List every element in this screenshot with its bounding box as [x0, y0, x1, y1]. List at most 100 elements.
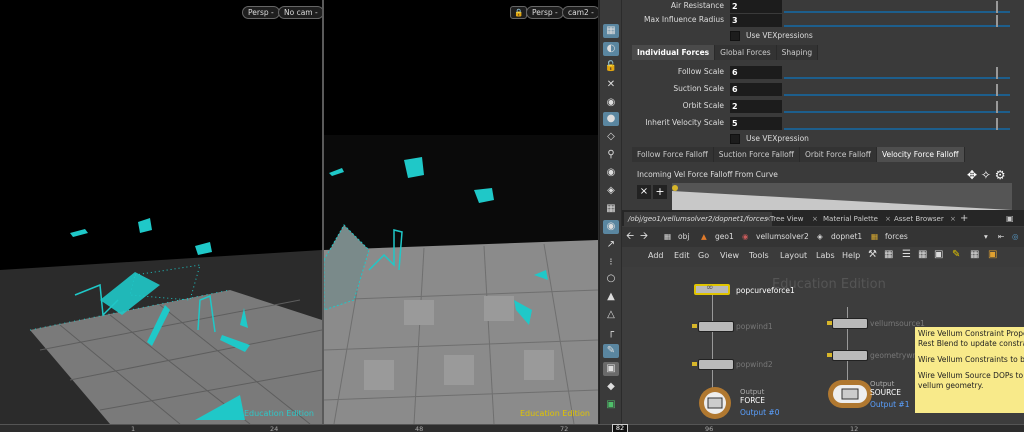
persp-menu[interactable]: Persp - — [242, 6, 280, 19]
tab-velocity-falloff[interactable]: Velocity Force Falloff — [876, 147, 965, 162]
tab-material-palette[interactable]: Material Palette — [819, 212, 882, 226]
ramp-tools-icon[interactable]: ✥ ✧ ⚙ — [967, 168, 1006, 182]
paint-icon[interactable]: △ — [603, 308, 619, 322]
snap-icon[interactable]: ◐ — [603, 42, 619, 56]
viewport-left[interactable]: Persp - No cam - Education Edition — [0, 0, 322, 424]
node-vellumsource1[interactable] — [832, 318, 868, 329]
corner-icon[interactable]: ┌ — [603, 326, 619, 340]
crumb-dopnet1[interactable]: dopnet1 — [831, 230, 862, 244]
menu-view[interactable]: View — [720, 251, 739, 260]
pin-icon[interactable]: ⚲ — [603, 148, 619, 162]
tab-orbit-falloff[interactable]: Orbit Force Falloff — [799, 147, 877, 162]
crumb-vellumsolver2[interactable]: vellumsolver2 — [756, 230, 809, 244]
node-geometrywrangle1[interactable] — [832, 350, 868, 361]
max-influence-radius-field[interactable]: 3 — [730, 14, 782, 27]
tab-shaping[interactable]: Shaping — [776, 45, 819, 60]
orbit-scale-slider[interactable] — [784, 101, 1010, 113]
tab-suction-falloff[interactable]: Suction Force Falloff — [713, 147, 800, 162]
follow-scale-field[interactable]: 6 — [730, 66, 782, 79]
persp-menu-right[interactable]: Persp - — [526, 6, 564, 19]
air-resistance-field[interactable]: 2 — [730, 0, 782, 13]
menu-tools[interactable]: Tools — [749, 251, 769, 260]
air-resistance-slider[interactable] — [784, 1, 1010, 13]
scale-icon[interactable]: ✕ — [603, 78, 619, 92]
camera-icon[interactable]: ◉ — [603, 96, 619, 110]
add-tab-icon[interactable]: + — [956, 212, 972, 226]
node-popwind1[interactable] — [698, 321, 734, 332]
timeline[interactable]: 1 24 48 72 82 96 12 — [0, 424, 1024, 432]
dots-icon[interactable]: ⁝ — [603, 256, 619, 270]
menu-help[interactable]: Help — [842, 251, 860, 260]
tab-follow-falloff[interactable]: Follow Force Falloff — [632, 147, 714, 162]
use-vex-checkbox-2[interactable] — [730, 134, 740, 144]
menu-edit[interactable]: Edit — [674, 251, 690, 260]
inherit-velocity-scale-field[interactable]: 5 — [730, 117, 782, 130]
current-frame-marker[interactable]: 82 — [612, 424, 628, 432]
delete-key-icon[interactable]: × — [637, 185, 651, 199]
thumbnail-icon[interactable]: ▣ — [934, 249, 943, 260]
camera-menu-right[interactable]: cam2 - — [562, 6, 598, 19]
falloff-ramp[interactable] — [672, 183, 1012, 210]
grid-icon[interactable]: ▦ — [603, 202, 619, 216]
bulb-icon[interactable]: ◇ — [603, 130, 619, 144]
tab-global-forces[interactable]: Global Forces — [715, 45, 777, 60]
network-view-icon[interactable]: ▦ — [884, 249, 893, 260]
output-force-node[interactable] — [697, 385, 733, 421]
menu-add[interactable]: Add — [648, 251, 664, 260]
node-label-popwind1: popwind1 — [736, 322, 773, 331]
crumb-geo1[interactable]: geo1 — [715, 230, 734, 244]
input-plug[interactable] — [692, 324, 697, 328]
eye-icon[interactable]: ◉ — [603, 166, 619, 180]
camera-menu[interactable]: No cam - — [278, 6, 322, 19]
pin-network-icon[interactable]: ⇤ — [998, 230, 1004, 244]
tab-tree-view[interactable]: Tree View — [766, 212, 807, 226]
light-icon[interactable]: ● — [603, 112, 619, 126]
grid-view-icon[interactable]: ▦ — [918, 249, 927, 260]
tab-network-path[interactable]: /obj/geo1/vellumsolver2/dopnet1/forces — [624, 212, 772, 226]
bucket-icon[interactable]: ▲ — [603, 290, 619, 304]
sticky-note-icon[interactable]: ✎ — [952, 249, 960, 260]
counter-icon[interactable]: ○ — [603, 272, 619, 286]
input-plug[interactable] — [692, 362, 697, 366]
menu-go[interactable]: Go — [698, 251, 709, 260]
menu-layout[interactable]: Layout — [780, 251, 807, 260]
suction-scale-field[interactable]: 6 — [730, 83, 782, 96]
orbit-scale-field[interactable]: 2 — [730, 100, 782, 113]
lock-icon[interactable]: 🔓 — [603, 60, 619, 74]
crumb-forces[interactable]: forces — [885, 230, 908, 244]
link-icon[interactable]: ◎ — [1012, 230, 1019, 244]
pen-icon[interactable]: ↗ — [603, 238, 619, 252]
node-popwind2[interactable] — [698, 359, 734, 370]
folder-icon[interactable]: ▣ — [988, 249, 997, 260]
box-icon[interactable]: ▦ — [970, 249, 979, 260]
use-vex-checkbox[interactable] — [730, 31, 740, 41]
follow-scale-slider[interactable] — [784, 67, 1010, 79]
viewport-right[interactable]: 🔒 Persp - cam2 - Education Edition — [324, 0, 598, 424]
display-icon[interactable]: ▣ — [603, 398, 619, 412]
add-key-icon[interactable]: + — [653, 185, 667, 199]
timeline-tick: 48 — [415, 425, 424, 432]
back-icon[interactable]: 🡨 — [626, 230, 634, 244]
menu-labs[interactable]: Labs — [816, 251, 835, 260]
chevron-down-icon[interactable]: ▾ — [984, 230, 988, 244]
lock-camera-icon[interactable]: 🔒 — [510, 6, 528, 19]
tab-asset-browser[interactable]: Asset Browser — [890, 212, 948, 226]
output-source-node[interactable] — [827, 379, 873, 409]
viewport-right-scene — [324, 0, 598, 424]
tools-icon[interactable]: ⚒ — [868, 249, 877, 260]
select-icon[interactable]: ▦ — [603, 24, 619, 38]
tab-individual-forces[interactable]: Individual Forces — [632, 45, 716, 60]
inherit-velocity-scale-slider[interactable] — [784, 118, 1010, 130]
node-graph[interactable]: Education Edition ∞ popcurveforce1 popwi… — [622, 267, 1024, 424]
list-view-icon[interactable]: ☰ — [902, 249, 911, 260]
view-icon[interactable]: ◈ — [603, 184, 619, 198]
max-influence-radius-slider[interactable] — [784, 15, 1010, 27]
suction-scale-slider[interactable] — [784, 84, 1010, 96]
diamond-icon[interactable]: ◆ — [603, 380, 619, 394]
pane-menu-icon[interactable]: ▣ — [1002, 212, 1018, 226]
brush-icon[interactable]: ✎ — [603, 344, 619, 358]
target-icon[interactable]: ◉ — [603, 220, 619, 234]
forward-icon[interactable]: 🡪 — [640, 230, 648, 244]
crumb-obj[interactable]: obj — [678, 230, 689, 244]
checker-icon[interactable]: ▣ — [603, 362, 619, 376]
